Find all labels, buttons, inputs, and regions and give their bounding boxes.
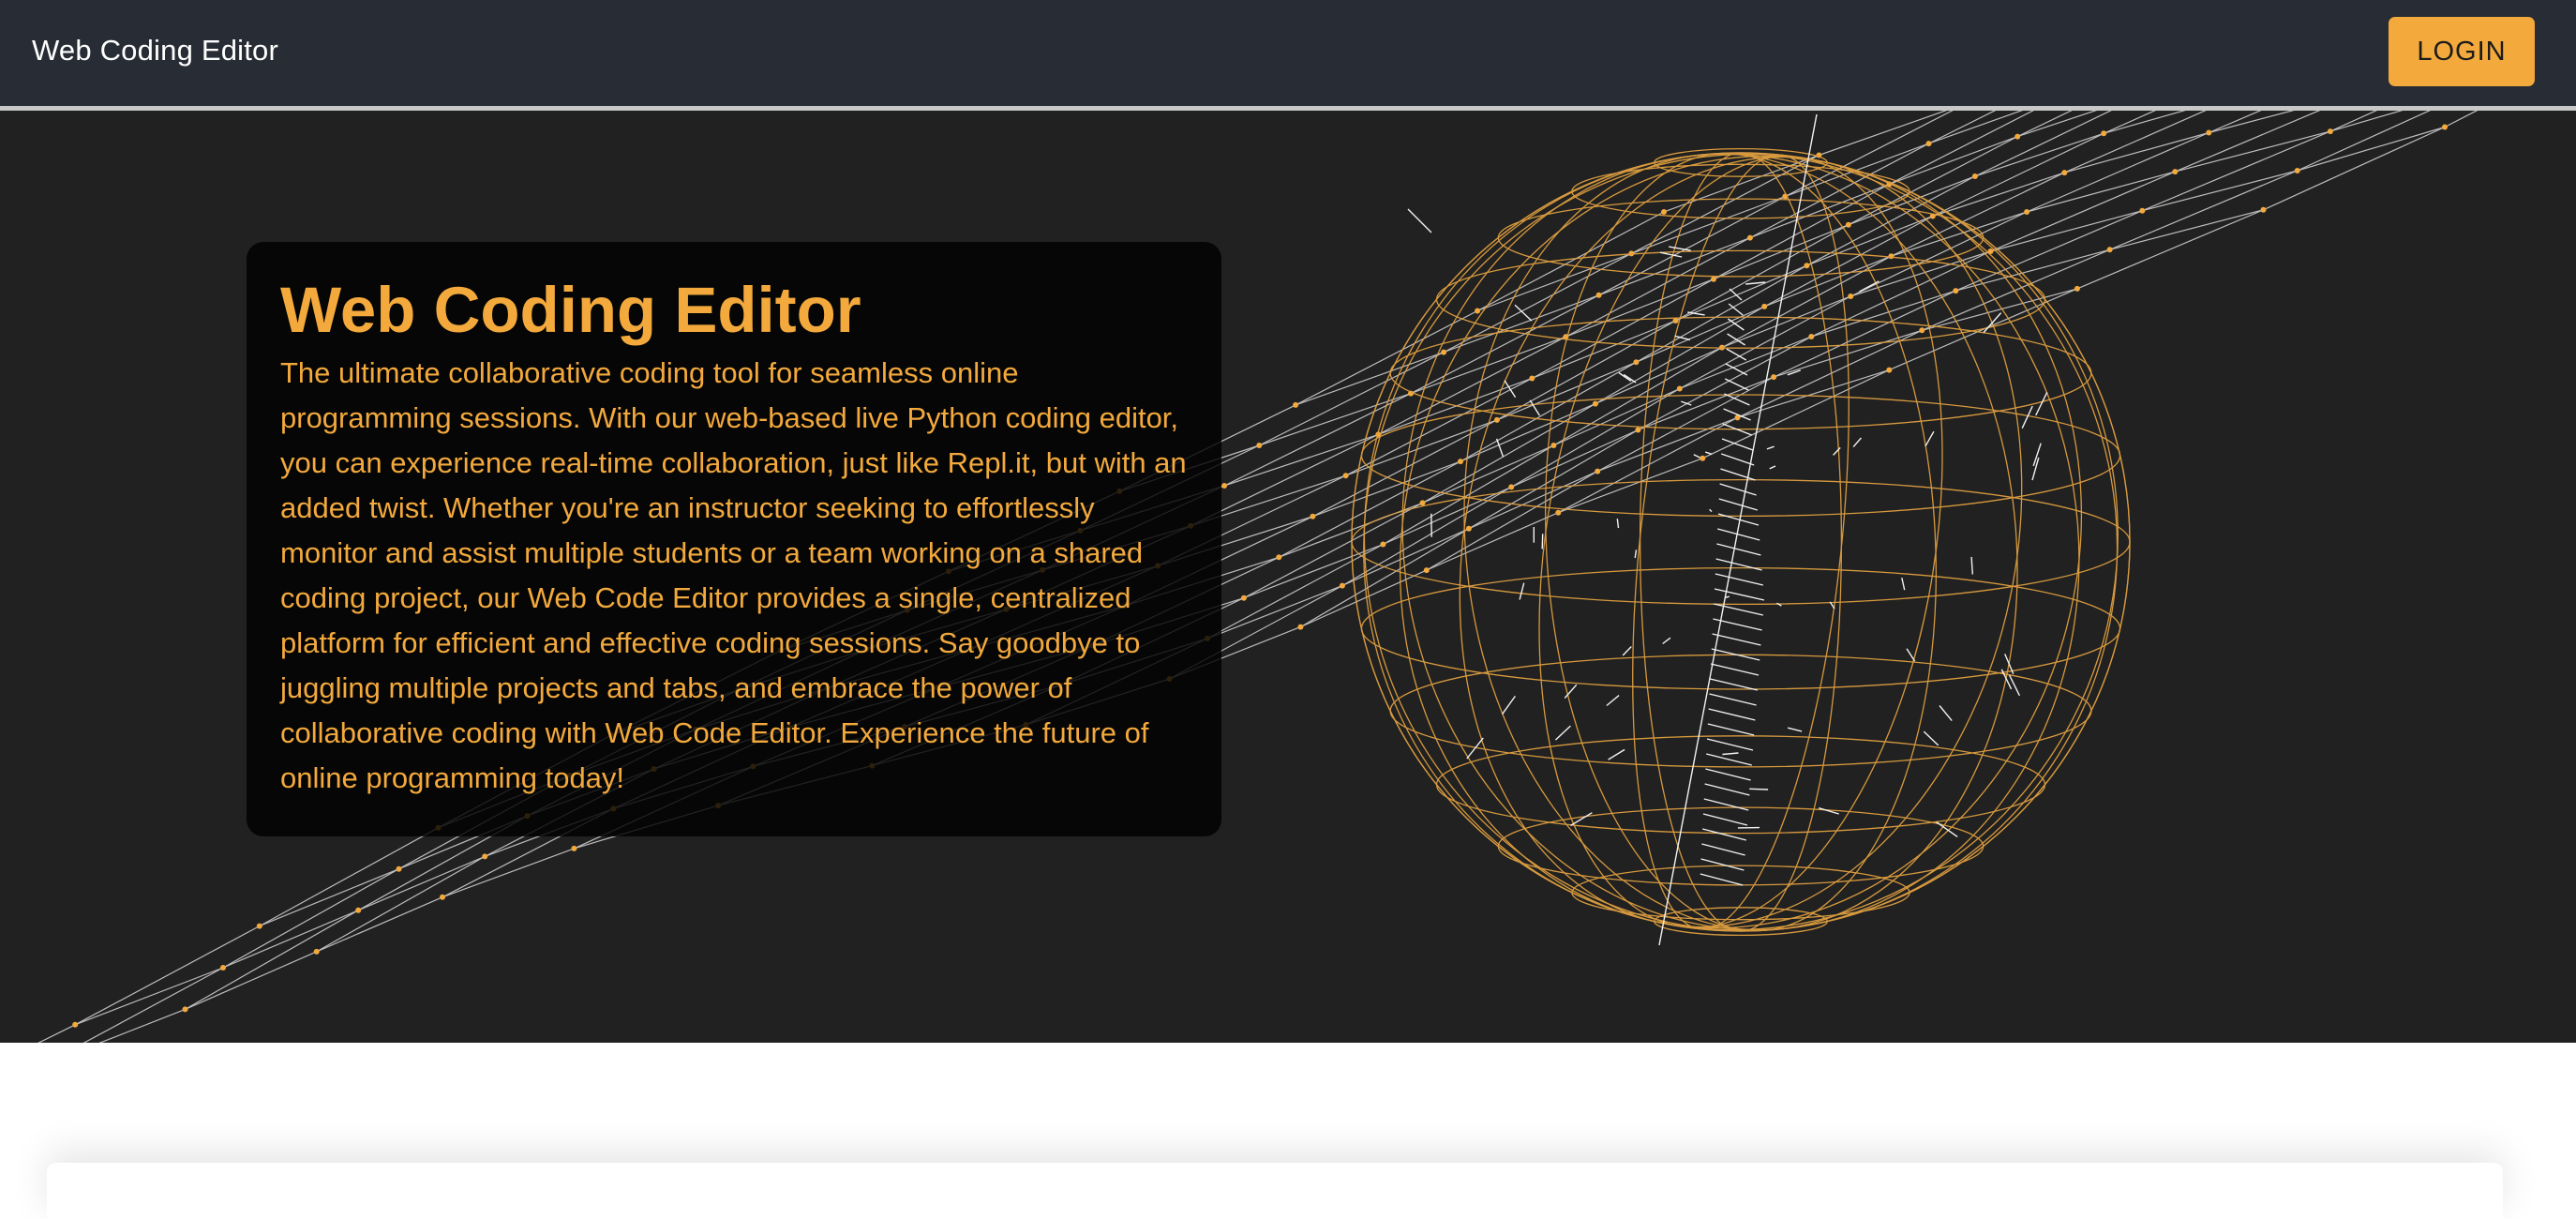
content-panel	[47, 1163, 2503, 1219]
hero-section: Web Coding Editor The ultimate collabora…	[0, 111, 2576, 1043]
brand-link[interactable]: Web Coding Editor	[32, 34, 278, 68]
hero-title: Web Coding Editor	[280, 274, 861, 346]
login-button[interactable]: LOGIN	[2389, 17, 2535, 86]
intro-card: Web Coding Editor The ultimate collabora…	[247, 242, 1221, 836]
hero-description: The ultimate collaborative coding tool f…	[280, 356, 1187, 794]
top-navbar: Web Coding Editor LOGIN	[0, 0, 2576, 111]
